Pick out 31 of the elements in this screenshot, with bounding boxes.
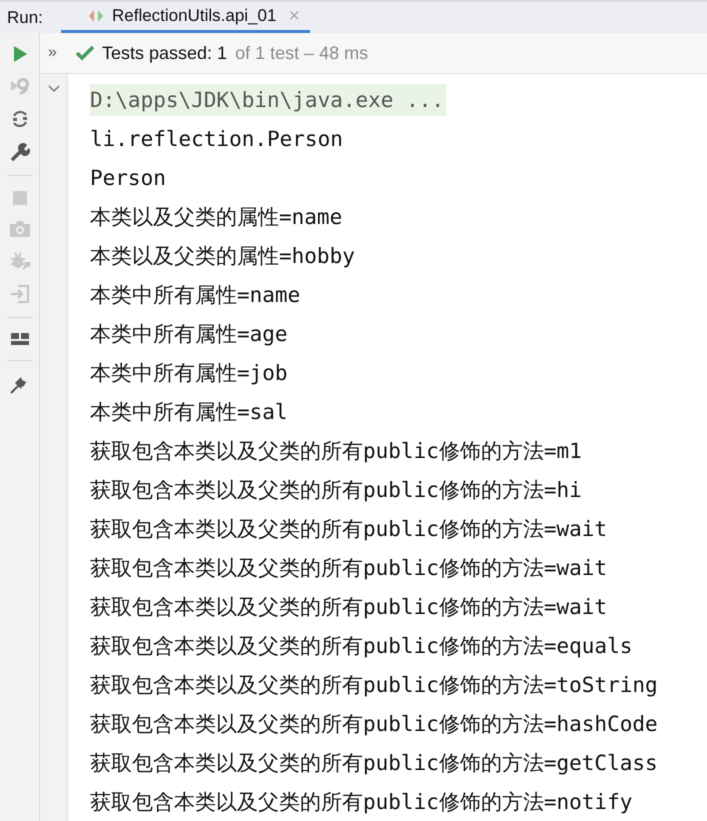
console-line: 本类中所有属性=age	[90, 320, 289, 348]
tab-title: ReflectionUtils.api_01	[112, 6, 276, 26]
console-line: 获取包含本类以及父类的所有public修饰的方法=toString	[90, 672, 659, 698]
rerun-icon[interactable]	[10, 76, 30, 96]
console-line: 本类中所有属性=name	[90, 282, 302, 308]
console-line: 本类中所有属性=sal	[90, 398, 289, 426]
chevron-icon[interactable]	[46, 84, 60, 94]
wrench-icon[interactable]	[10, 142, 30, 162]
run-label: Run:	[6, 6, 44, 28]
console-line: 本类中所有属性=job	[90, 360, 289, 386]
console-line: 获取包含本类以及父类的所有public修饰的方法=wait	[90, 594, 608, 620]
check-icon	[76, 45, 94, 61]
console-line: 本类以及父类的属性=name	[90, 204, 344, 230]
layout-icon[interactable]	[10, 331, 30, 347]
console-line: 获取包含本类以及父类的所有public修饰的方法=getClass	[90, 750, 659, 776]
console-line: 本类以及父类的属性=hobby	[90, 242, 356, 270]
console-line: 获取包含本类以及父类的所有public修饰的方法=hi	[90, 476, 583, 504]
code-brackets-icon	[88, 9, 104, 23]
console-line: Person	[90, 166, 167, 190]
console-line: 获取包含本类以及父类的所有public修饰的方法=wait	[90, 554, 608, 582]
test-detail: of 1 test – 48 ms	[235, 42, 368, 64]
import-icon[interactable]	[10, 284, 30, 304]
console-line: 获取包含本类以及父类的所有public修饰的方法=notify	[90, 788, 634, 816]
console-line: 获取包含本类以及父类的所有public修饰的方法=wait	[90, 516, 608, 542]
console-line: 获取包含本类以及父类的所有public修饰的方法=m1	[90, 438, 583, 464]
tests-passed-label: Tests passed: 1	[102, 42, 228, 64]
console-line: 获取包含本类以及父类的所有public修饰的方法=hashCode	[90, 710, 659, 738]
expand-toggle[interactable]: »	[48, 44, 68, 62]
bug-icon[interactable]	[8, 251, 30, 271]
console-line: 获取包含本类以及父类的所有public修饰的方法=equals	[90, 632, 634, 660]
console-line: li.reflection.Person	[90, 126, 344, 150]
